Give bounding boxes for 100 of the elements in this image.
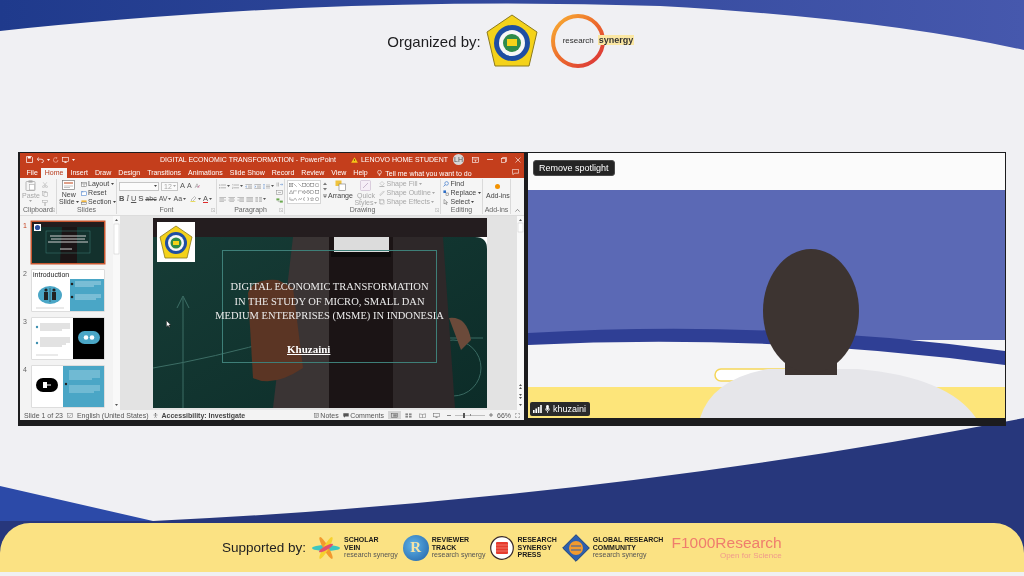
caret-icon: [263, 198, 266, 200]
cursor-arrow-icon: [443, 199, 449, 205]
line-icon[interactable]: [293, 182, 298, 187]
caret-icon: [75, 201, 79, 204]
add-ins-icon: [495, 184, 501, 189]
clear-formatting-icon[interactable]: [193, 183, 200, 189]
collapse-ribbon-icon[interactable]: [515, 209, 520, 212]
diamond-emblem-icon: [561, 533, 590, 562]
align-text-icon[interactable]: [276, 190, 283, 195]
logo-emblem: R: [402, 534, 429, 561]
logo-text: research: [562, 36, 594, 45]
slide-sorter-button[interactable]: [402, 411, 415, 419]
columns-icon: [255, 196, 262, 202]
highlight-button[interactable]: [190, 196, 202, 202]
line-icon[interactable]: [297, 182, 302, 187]
highlighter-icon: [190, 196, 198, 202]
normal-view-button[interactable]: [388, 411, 401, 419]
lightbulb-icon: [377, 170, 383, 176]
more-icon[interactable]: [322, 194, 327, 198]
emblem-logo: [484, 14, 539, 68]
scroll-down-icon[interactable]: [322, 188, 327, 191]
reset-icon: [80, 190, 87, 196]
slide-thumbnail[interactable]: [32, 318, 104, 359]
dialog-launcher-icon[interactable]: [51, 208, 55, 212]
caret-icon: [183, 198, 187, 200]
undo-icon[interactable]: [36, 156, 44, 163]
supporter-label: Supported by:: [222, 540, 307, 555]
right-brace-icon[interactable]: [306, 197, 311, 202]
increase-indent-icon[interactable]: [254, 183, 261, 189]
scissors-icon[interactable]: [41, 182, 48, 188]
ribbons-icon: [311, 534, 342, 561]
copy-icon[interactable]: [41, 191, 48, 197]
bullets-button[interactable]: [219, 183, 230, 189]
scroll-up-icon[interactable]: [322, 182, 327, 185]
slideshow-button[interactable]: [430, 411, 443, 419]
expand-icon[interactable]: [515, 412, 520, 418]
decrease-indent-icon[interactable]: [245, 183, 252, 189]
right-arrow-icon[interactable]: [301, 189, 307, 195]
arc-icon[interactable]: [293, 197, 298, 202]
slideshow-icon: [433, 412, 440, 418]
scrollbar[interactable]: [517, 216, 524, 410]
oval-icon[interactable]: [306, 182, 311, 187]
bent-arrow-icon[interactable]: [289, 197, 294, 202]
slide-sorter-icon: [405, 412, 412, 418]
microphone-icon: [545, 405, 550, 413]
caret-icon: [209, 198, 213, 200]
curve-icon[interactable]: [297, 197, 302, 202]
bullets-icon: [219, 183, 226, 189]
spotlight-button[interactable]: Remove spotlight: [533, 160, 615, 176]
dialog-launcher-icon[interactable]: [279, 208, 283, 212]
oval-icon[interactable]: [314, 197, 319, 202]
shape-gallery[interactable]: [287, 180, 321, 204]
smartart-icon[interactable]: [276, 198, 283, 203]
line-spacing-button[interactable]: [263, 183, 274, 189]
save-icon[interactable]: [26, 156, 33, 163]
monitor-icon[interactable]: [62, 156, 69, 163]
restore-icon[interactable]: [501, 156, 507, 163]
dialog-launcher-icon[interactable]: [211, 208, 215, 212]
note-icon: [313, 412, 319, 418]
triangle-icon[interactable]: [289, 189, 294, 195]
format-painter-icon[interactable]: [41, 200, 48, 206]
justify-icon[interactable]: [246, 196, 253, 202]
spell-check-icon[interactable]: [66, 412, 73, 418]
ribbon-display-icon[interactable]: [472, 156, 479, 163]
numbering-button[interactable]: [232, 183, 243, 189]
reading-view-button[interactable]: [416, 411, 429, 419]
pentagon-arrow-icon[interactable]: [310, 189, 315, 195]
pencil-icon: [378, 190, 385, 196]
slide-thumbnail[interactable]: [32, 222, 104, 263]
layout-icon: [80, 181, 87, 187]
caret-icon: [477, 192, 481, 194]
slide-thumbnail[interactable]: [32, 366, 104, 407]
reading-view-icon: [419, 412, 426, 418]
dialog-launcher-icon[interactable]: [435, 208, 439, 212]
close-icon[interactable]: [515, 156, 521, 163]
text-box-icon[interactable]: [289, 182, 294, 187]
columns-button[interactable]: [255, 196, 266, 202]
align-left-icon[interactable]: [219, 196, 226, 202]
star-icon[interactable]: [310, 197, 315, 202]
scrollbar[interactable]: [113, 216, 120, 410]
zoom-in-icon[interactable]: [489, 413, 493, 417]
font-name-field[interactable]: [119, 181, 159, 191]
accessibility-icon: [152, 412, 158, 418]
line-spacing-icon: [263, 183, 270, 189]
down-arrow-icon[interactable]: [306, 189, 311, 195]
replace-icon: [443, 190, 449, 196]
align-right-icon[interactable]: [237, 196, 244, 202]
left-brace-icon[interactable]: [301, 197, 307, 202]
search-icon: [443, 181, 449, 187]
caret-icon: [271, 185, 274, 187]
participant-name: khuzaini: [553, 404, 587, 414]
paint-bucket-icon: [378, 181, 385, 187]
caret-icon: [154, 185, 157, 187]
align-center-icon[interactable]: [228, 196, 235, 202]
book-icon: [490, 535, 515, 560]
comment-icon[interactable]: [512, 169, 519, 175]
redo-icon[interactable]: [53, 156, 59, 163]
caret-icon: [72, 158, 75, 161]
numbering-icon: [232, 183, 239, 189]
text-direction-icon[interactable]: [276, 182, 283, 187]
